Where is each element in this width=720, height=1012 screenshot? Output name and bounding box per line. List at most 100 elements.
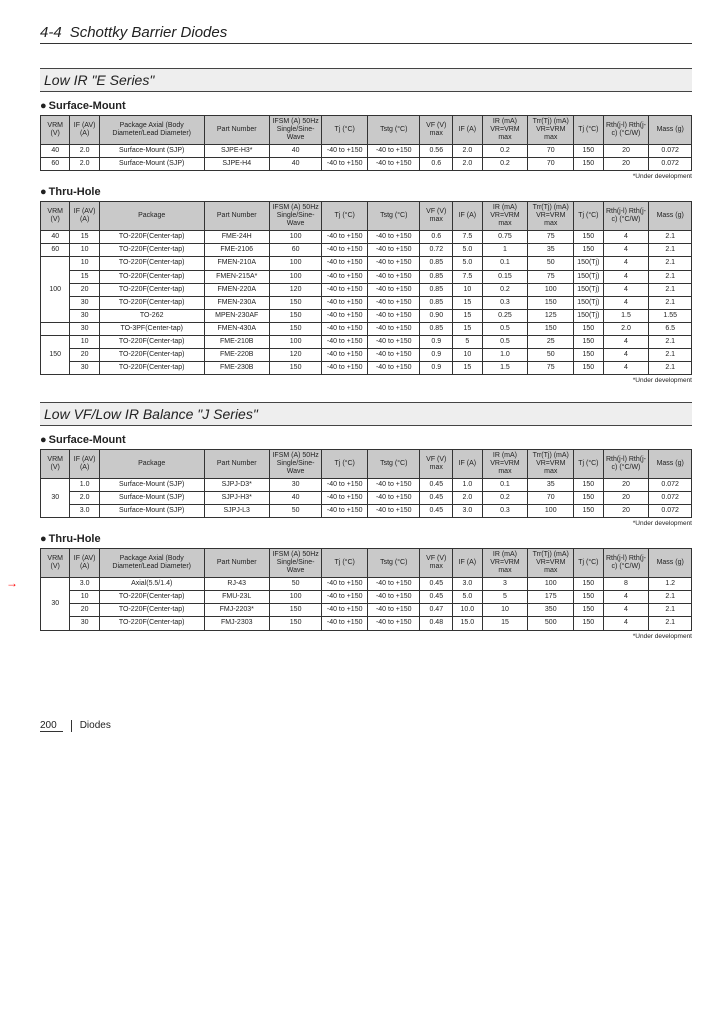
cell-rth: 4: [603, 604, 649, 617]
cell-rth: 4: [603, 348, 649, 361]
cell-pkg: TO-220F(Center-tap): [99, 617, 204, 630]
cell-tj: -40 to +150: [322, 479, 368, 492]
cell-trr: 125: [528, 309, 574, 322]
cell-ir: 1.0: [482, 348, 528, 361]
cell-if: 10: [70, 244, 99, 257]
col-pn: Part Number: [204, 202, 269, 231]
cell-tj: -40 to +150: [322, 296, 368, 309]
cell-mass: 2.1: [649, 296, 692, 309]
data-table: VRM (V)IF (AV) (A)Package Axial (Body Di…: [40, 115, 692, 171]
cell-tstg: -40 to +150: [368, 283, 420, 296]
cell-tstg: -40 to +150: [368, 479, 420, 492]
cell-if: 1.0: [70, 479, 99, 492]
col-tj: Tj (°C): [322, 449, 368, 478]
cell-vf: 0.9: [420, 361, 453, 374]
cell-trr: 70: [528, 158, 574, 171]
table-row: 20TO-220F(Center-tap)FMJ-2203*150-40 to …: [41, 604, 692, 617]
col-vrm: VRM (V): [41, 202, 70, 231]
cell-if: 20: [70, 348, 99, 361]
cell-ir: 15: [482, 617, 528, 630]
cell-ifsm: 50: [269, 578, 321, 591]
cell-rth: 20: [603, 158, 649, 171]
cell-trr: 75: [528, 231, 574, 244]
cell-vf: 0.6: [420, 231, 453, 244]
cell-pn: SJPJ-L3: [204, 505, 269, 518]
cell-if: 3.0: [70, 505, 99, 518]
col-pkg: Package: [99, 202, 204, 231]
cell-ifm: 15: [453, 309, 482, 322]
cell-ifm: 15: [453, 322, 482, 335]
cell-vf: 0.48: [420, 617, 453, 630]
cell-ifm: 15.0: [453, 617, 482, 630]
cell-tjm: 150: [574, 604, 603, 617]
col-ifm: IF (A): [453, 549, 482, 578]
cell-ifsm: 100: [269, 591, 321, 604]
cell-trr: 100: [528, 505, 574, 518]
cell-vrm: 40: [41, 145, 70, 158]
cell-pkg: Axial(5.5/1.4): [99, 578, 204, 591]
page-number: 200: [40, 720, 63, 732]
cell-ifm: 10: [453, 283, 482, 296]
cell-vf: 0.9: [420, 348, 453, 361]
cell-tj: -40 to +150: [322, 361, 368, 374]
col-ir: IR (mA) VR=VRM max: [482, 116, 528, 145]
cell-vrm: 60: [41, 244, 70, 257]
cell-mass: 0.072: [649, 479, 692, 492]
cell-pn: MPEN-230AF: [204, 309, 269, 322]
col-ifm: IF (A): [453, 116, 482, 145]
cell-tstg: -40 to +150: [368, 505, 420, 518]
cell-pkg: TO-262: [99, 309, 204, 322]
col-ifsm: IFSM (A) 50Hz Single/Sine-Wave: [269, 202, 321, 231]
cell-pkg: TO-220F(Center-tap): [99, 283, 204, 296]
cell-ifsm: 150: [269, 322, 321, 335]
cell-tjm: 150(Tj): [574, 257, 603, 270]
note-under-dev: *Under development: [40, 633, 692, 640]
cell-trr: 500: [528, 617, 574, 630]
table-row: 30TO-220F(Center-tap)FMJ-2303150-40 to +…: [41, 617, 692, 630]
note-under-dev: *Under development: [40, 377, 692, 384]
cell-ifm: 15: [453, 296, 482, 309]
arrow-icon: →: [6, 576, 18, 590]
cell-rth: 8: [603, 578, 649, 591]
cell-ifsm: 120: [269, 283, 321, 296]
cell-vf: 0.45: [420, 505, 453, 518]
col-pkg: Package Axial (Body Diameter/Lead Diamet…: [99, 116, 204, 145]
table-row: 402.0Surface-Mount (SJP)SJPE-H3*40-40 to…: [41, 145, 692, 158]
cell-tj: -40 to +150: [322, 257, 368, 270]
table-row: 15TO-220F(Center-tap)FMEN-215A*100-40 to…: [41, 270, 692, 283]
cell-ifsm: 150: [269, 604, 321, 617]
cell-rth: 20: [603, 479, 649, 492]
cell-ifm: 5: [453, 335, 482, 348]
cell-rth: 4: [603, 231, 649, 244]
cell-rth: 4: [603, 244, 649, 257]
cell-pn: FMEN-210A: [204, 257, 269, 270]
cell-ir: 1.5: [482, 361, 528, 374]
cell-ir: 0.1: [482, 479, 528, 492]
cell-tjm: 150: [574, 145, 603, 158]
cell-pkg: TO-220F(Center-tap): [99, 296, 204, 309]
cell-pn: FMJ-2303: [204, 617, 269, 630]
cell-pn: RJ-43: [204, 578, 269, 591]
cell-trr: 175: [528, 591, 574, 604]
col-ifsm: IFSM (A) 50Hz Single/Sine-Wave: [269, 449, 321, 478]
col-vf: VF (V) max: [420, 449, 453, 478]
cell-vrm: 30: [41, 578, 70, 630]
cell-ifm: 10: [453, 348, 482, 361]
cell-tstg: -40 to +150: [368, 348, 420, 361]
cell-tjm: 150: [574, 492, 603, 505]
cell-tstg: -40 to +150: [368, 335, 420, 348]
cell-if: 30: [70, 309, 99, 322]
cell-pkg: TO-220F(Center-tap): [99, 270, 204, 283]
cell-trr: 100: [528, 283, 574, 296]
cell-ifm: 7.5: [453, 231, 482, 244]
col-rth: Rth(j-l) Rth(j-c) (°C/W): [603, 202, 649, 231]
col-vrm: VRM (V): [41, 116, 70, 145]
cell-if: 30: [70, 617, 99, 630]
table-row: 30TO-262MPEN-230AF150-40 to +150-40 to +…: [41, 309, 692, 322]
col-if: IF (AV) (A): [70, 116, 99, 145]
cell-ifsm: 60: [269, 244, 321, 257]
col-trr: Trr(Tj) (mA) VR=VRM max: [528, 116, 574, 145]
cell-if: 30: [70, 322, 99, 335]
col-tjm: Tj (°C): [574, 449, 603, 478]
note-under-dev: *Under development: [40, 520, 692, 527]
